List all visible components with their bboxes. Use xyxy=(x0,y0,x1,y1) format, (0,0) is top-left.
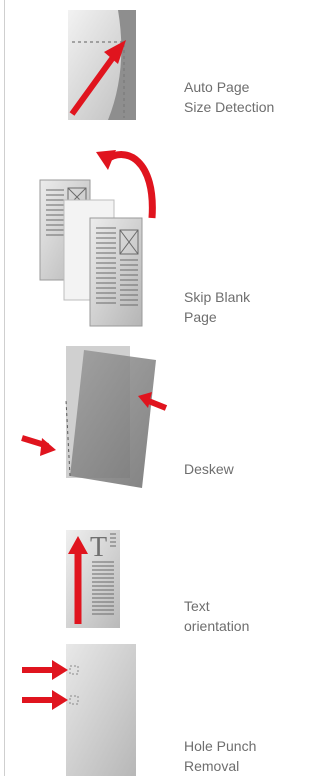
label-line-2: Size Detection xyxy=(184,99,275,115)
feature-auto-page-size-detection: Auto Page Size Detection xyxy=(0,0,293,140)
text-orientation-icon: T xyxy=(66,530,120,628)
feature-label: Skip Blank Page xyxy=(184,287,250,327)
label-line-1: Deskew xyxy=(184,461,234,477)
label-line-2: orientation xyxy=(184,618,250,634)
label-line-1: Auto Page xyxy=(184,79,250,95)
hole-punch-removal-icon xyxy=(22,644,136,776)
auto-page-size-detection-icon xyxy=(68,10,136,120)
label-line-2: Removal xyxy=(184,758,240,774)
feature-hole-punch-removal: Hole Punch Removal xyxy=(0,640,293,776)
label-line-2: Page xyxy=(184,309,217,325)
deskew-icon xyxy=(21,346,168,488)
label-line-1: Text xyxy=(184,598,210,614)
feature-label: Deskew xyxy=(184,459,234,479)
label-line-1: Hole Punch xyxy=(184,738,257,754)
feature-label: Text orientation xyxy=(184,596,249,636)
feature-label: Hole Punch Removal xyxy=(184,736,256,776)
feature-skip-blank-page: Skip Blank Page xyxy=(0,140,293,340)
feature-text-orientation: T Text orientation xyxy=(0,500,293,640)
feature-label: Auto Page Size Detection xyxy=(184,77,274,117)
svg-text:T: T xyxy=(90,532,107,563)
label-line-1: Skip Blank xyxy=(184,289,251,305)
skip-blank-page-icon xyxy=(39,150,156,327)
feature-deskew: Deskew xyxy=(0,340,293,500)
